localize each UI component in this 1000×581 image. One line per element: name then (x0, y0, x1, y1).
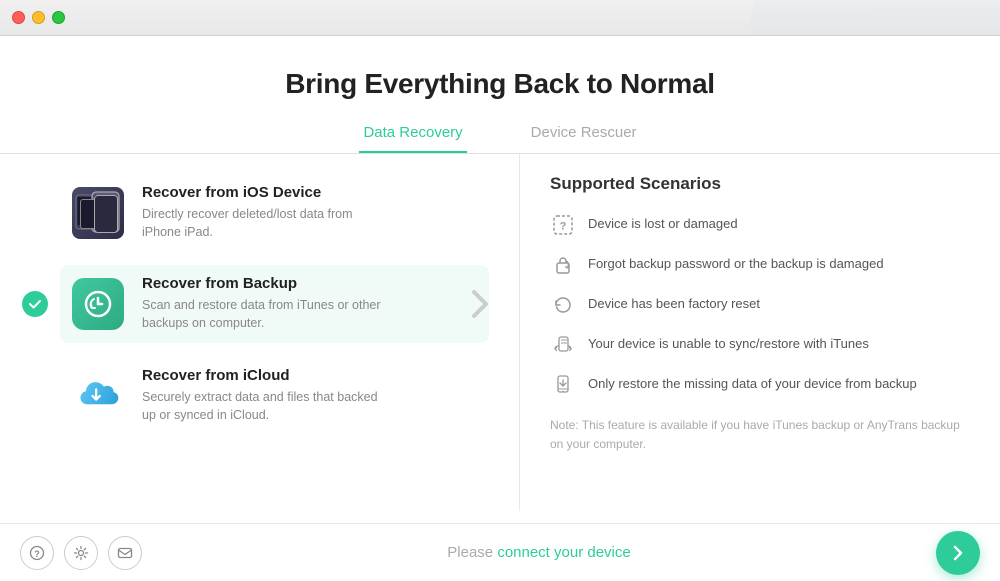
recovery-option-icloud[interactable]: Recover from iCloud Securely extract dat… (60, 357, 489, 434)
maximize-button[interactable] (52, 11, 65, 24)
hero-heading: Bring Everything Back to Normal (0, 68, 1000, 100)
sync-device-icon (550, 332, 576, 358)
bottom-left-controls: ? (20, 536, 142, 570)
icloud-item-desc: Securely extract data and files that bac… (142, 388, 382, 424)
ios-item-title: Recover from iOS Device (142, 184, 382, 201)
svg-text:?: ? (34, 549, 40, 559)
main-content: Bring Everything Back to Normal Data Rec… (0, 36, 1000, 523)
icloud-item-title: Recover from iCloud (142, 367, 382, 384)
next-arrow-icon (948, 543, 968, 563)
scenario-restore-backup: Only restore the missing data of your de… (550, 372, 970, 398)
scenario-lost-damaged: ? Device is lost or damaged (550, 212, 970, 238)
scenario-list: ? Device is lost or damaged (550, 212, 970, 398)
lock-refresh-icon (550, 252, 576, 278)
gear-icon (73, 545, 89, 561)
left-panel: Recover from iOS Device Directly recover… (0, 154, 520, 511)
supported-scenarios-title: Supported Scenarios (550, 174, 970, 194)
mail-icon (117, 545, 133, 561)
backup-item-title: Recover from Backup (142, 275, 382, 292)
backup-icon (72, 278, 124, 330)
tab-bar: Data Recovery Device Rescuer (0, 116, 1000, 154)
right-arrow-icon (470, 289, 490, 319)
scenario-reset-text: Device has been factory reset (588, 292, 760, 314)
hero-section: Bring Everything Back to Normal (0, 36, 1000, 116)
minimize-button[interactable] (32, 11, 45, 24)
scenario-factory-reset: Device has been factory reset (550, 292, 970, 318)
tab-device-rescuer[interactable]: Device Rescuer (527, 116, 641, 153)
scenario-sync-issue: Your device is unable to sync/restore wi… (550, 332, 970, 358)
next-button[interactable] (936, 531, 980, 575)
note-text: Note: This feature is available if you h… (550, 416, 970, 454)
scenario-restore-text: Only restore the missing data of your de… (588, 372, 917, 394)
recovery-option-ios[interactable]: Recover from iOS Device Directly recover… (60, 174, 489, 251)
status-highlight: connect your device (497, 544, 630, 561)
help-button[interactable]: ? (20, 536, 54, 570)
mail-button[interactable] (108, 536, 142, 570)
scenario-sync-text: Your device is unable to sync/restore wi… (588, 332, 869, 354)
tab-data-recovery[interactable]: Data Recovery (359, 116, 466, 153)
scenario-lost-text: Device is lost or damaged (588, 212, 738, 234)
ios-item-text: Recover from iOS Device Directly recover… (142, 184, 382, 241)
title-bar (0, 0, 1000, 36)
backup-item-text: Recover from Backup Scan and restore dat… (142, 275, 382, 332)
right-panel: Supported Scenarios ? Device is lost or … (520, 154, 1000, 511)
content-area: Recover from iOS Device Directly recover… (0, 154, 1000, 511)
ios-device-icon (72, 187, 124, 239)
icloud-icon (72, 369, 124, 421)
close-button[interactable] (12, 11, 25, 24)
recovery-option-backup[interactable]: Recover from Backup Scan and restore dat… (60, 265, 489, 342)
scenario-forgot-password: Forgot backup password or the backup is … (550, 252, 970, 278)
icloud-item-text: Recover from iCloud Securely extract dat… (142, 367, 382, 424)
device-restore-icon (550, 372, 576, 398)
help-icon: ? (29, 545, 45, 561)
scenario-forgot-text: Forgot backup password or the backup is … (588, 252, 884, 274)
selected-check (22, 291, 48, 317)
status-text: Please connect your device (142, 544, 936, 561)
settings-button[interactable] (64, 536, 98, 570)
ios-item-desc: Directly recover deleted/lost data from … (142, 205, 382, 241)
svg-text:?: ? (560, 221, 567, 233)
bottom-bar: ? Please connect your device (0, 523, 1000, 581)
backup-item-desc: Scan and restore data from iTunes or oth… (142, 296, 382, 332)
undo-icon (550, 292, 576, 318)
window-controls (12, 11, 65, 24)
question-box-icon: ? (550, 212, 576, 238)
